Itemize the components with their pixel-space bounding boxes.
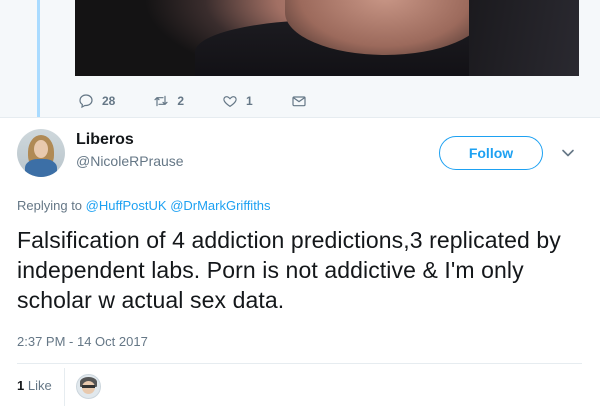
- liker-avatar[interactable]: [76, 374, 101, 399]
- like-action[interactable]: 1: [222, 93, 253, 109]
- reply-icon: [79, 94, 93, 109]
- divider: [17, 363, 582, 364]
- mention-link[interactable]: @HuffPostUK: [86, 198, 167, 213]
- tweet-text: Falsification of 4 addiction predictions…: [17, 227, 561, 313]
- replying-prefix: Replying to: [17, 198, 83, 213]
- replying-to: Replying to @HuffPostUK @DrMarkGriffiths: [17, 198, 271, 213]
- envelope-icon: [292, 96, 306, 107]
- retweet-count: 2: [177, 94, 185, 108]
- like-count: 1: [246, 94, 253, 108]
- tweet-actions: 28 2 1: [78, 92, 353, 110]
- photo-jacket: [469, 0, 579, 76]
- heart-icon: [223, 96, 237, 108]
- tweet-photo[interactable]: [75, 0, 579, 76]
- chevron-down-icon[interactable]: [560, 145, 576, 161]
- dm-action[interactable]: [291, 93, 315, 109]
- reply-action[interactable]: 28: [78, 93, 115, 109]
- retweet-icon: [154, 95, 168, 107]
- follow-button[interactable]: Follow: [439, 136, 543, 170]
- likes-count: 1: [17, 378, 25, 393]
- avatar[interactable]: [17, 129, 65, 177]
- reply-count: 28: [102, 94, 116, 108]
- thread-line: [37, 0, 40, 117]
- retweet-action[interactable]: 2: [153, 93, 184, 109]
- user-handle[interactable]: @NicoleRPrause: [76, 153, 184, 169]
- avatar-face: [34, 140, 48, 158]
- divider: [64, 368, 65, 406]
- divider: [0, 117, 600, 118]
- tweet-timestamp[interactable]: 2:37 PM - 14 Oct 2017: [17, 334, 148, 349]
- display-name[interactable]: Liberos: [76, 131, 134, 149]
- likes-label: Like: [27, 378, 52, 393]
- mention-link[interactable]: @DrMarkGriffiths: [170, 198, 270, 213]
- previous-tweet: 28 2 1: [0, 0, 600, 117]
- likes-stat[interactable]: 1 Like: [17, 378, 52, 393]
- liker-glasses: [82, 385, 95, 388]
- avatar-body: [25, 159, 57, 177]
